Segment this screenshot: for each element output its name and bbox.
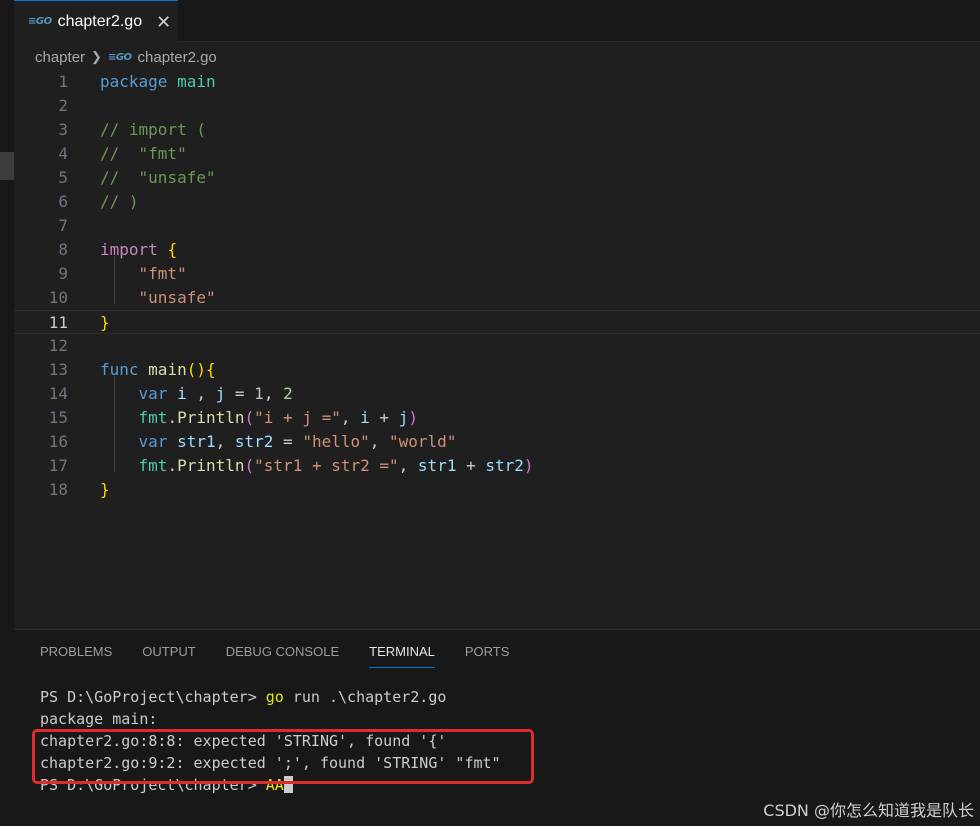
- code-line: 6// ): [58, 192, 139, 211]
- tab-label: chapter2.go: [57, 12, 143, 30]
- breadcrumb: chapter ❯ ≡GO chapter2.go: [35, 46, 217, 68]
- code-editor[interactable]: 1 package main 2 3// import ( 4// "fmt" 5…: [14, 70, 980, 630]
- close-icon[interactable]: ✕: [156, 13, 171, 31]
- code-line: 1 package main: [58, 72, 216, 91]
- code-line: 17 fmt.Println("str1 + str2 =", str1 + s…: [48, 456, 534, 475]
- go-file-icon: ≡GO: [107, 51, 132, 63]
- code-line: 2: [58, 96, 68, 115]
- tab-chapter2-go[interactable]: ≡GO chapter2.go ✕: [14, 0, 178, 42]
- tab-ports[interactable]: PORTS: [465, 642, 510, 668]
- code-line: 16 var str1, str2 = "hello", "world": [48, 432, 457, 451]
- breadcrumb-folder[interactable]: chapter: [35, 49, 85, 66]
- tab-output[interactable]: OUTPUT: [142, 642, 195, 668]
- code-line: 18}: [48, 480, 110, 499]
- code-line: 9 "fmt": [58, 264, 187, 283]
- go-file-icon: ≡GO: [28, 16, 52, 27]
- error-highlight-box: [32, 729, 534, 784]
- code-line: 5// "unsafe": [58, 168, 216, 187]
- tab-debug-console[interactable]: DEBUG CONSOLE: [226, 642, 339, 668]
- activity-strip-marker: [0, 152, 14, 180]
- panel-tabs: PROBLEMS OUTPUT DEBUG CONSOLE TERMINAL P…: [40, 642, 539, 668]
- editor-tab-bar: ≡GO chapter2.go ✕: [14, 0, 980, 42]
- code-line: 12: [48, 336, 68, 355]
- tab-problems[interactable]: PROBLEMS: [40, 642, 112, 668]
- code-line: 8 import {: [58, 240, 178, 259]
- code-line: 15 fmt.Println("i + j =", i + j): [48, 408, 418, 427]
- code-line: 7: [58, 216, 68, 235]
- code-line: 13 func main(){: [48, 360, 216, 379]
- code-line-current: 11}: [14, 310, 980, 334]
- terminal-line: package main:: [40, 710, 158, 728]
- code-line: 10 "unsafe": [48, 288, 216, 307]
- activity-strip: [0, 0, 14, 826]
- code-line: 3// import (: [58, 120, 206, 139]
- code-line: 14 var i , j = 1, 2: [48, 384, 293, 403]
- tab-terminal[interactable]: TERMINAL: [369, 642, 435, 668]
- breadcrumb-file[interactable]: chapter2.go: [138, 49, 217, 66]
- terminal-line: PS D:\GoProject\chapter> go run .\chapte…: [40, 688, 447, 706]
- watermark: CSDN @你怎么知道我是队长: [763, 801, 974, 820]
- code-line: 4// "fmt": [58, 144, 187, 163]
- chevron-right-icon: ❯: [91, 49, 102, 64]
